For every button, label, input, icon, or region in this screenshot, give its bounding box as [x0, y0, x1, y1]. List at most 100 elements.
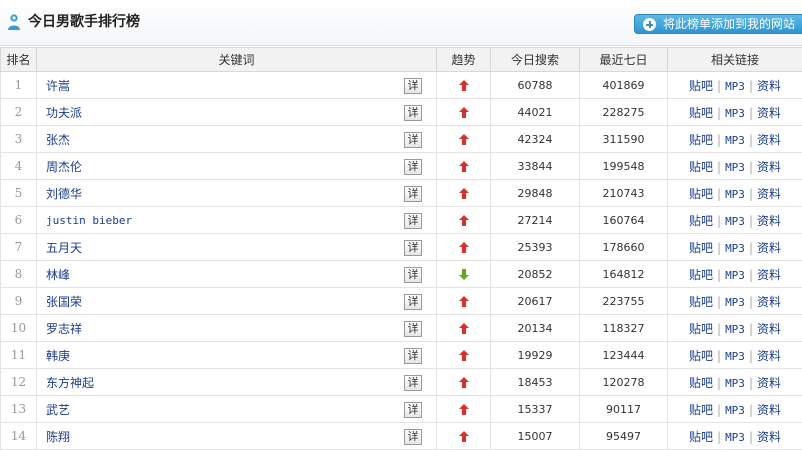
- trend-up-arrow-icon: [458, 161, 469, 172]
- plus-icon: [643, 18, 656, 31]
- mp3-link[interactable]: MP3: [725, 377, 745, 390]
- person-icon: [8, 14, 20, 30]
- profile-link[interactable]: 资料: [757, 214, 781, 228]
- keyword-link[interactable]: 东方神起: [46, 376, 94, 390]
- mp3-link[interactable]: MP3: [725, 431, 745, 444]
- keyword-link[interactable]: 许嵩: [46, 79, 70, 93]
- mp3-link[interactable]: MP3: [725, 188, 745, 201]
- column-header-keyword: 关键词: [36, 47, 437, 72]
- mp3-link[interactable]: MP3: [725, 269, 745, 282]
- profile-link[interactable]: 资料: [757, 133, 781, 147]
- link-separator: |: [748, 78, 753, 93]
- profile-link[interactable]: 资料: [757, 79, 781, 93]
- profile-link[interactable]: 资料: [757, 241, 781, 255]
- profile-link[interactable]: 资料: [757, 376, 781, 390]
- tieba-link[interactable]: 贴吧: [689, 214, 713, 228]
- detail-button[interactable]: 详: [404, 213, 422, 229]
- detail-button[interactable]: 详: [404, 267, 422, 283]
- tieba-link[interactable]: 贴吧: [689, 79, 713, 93]
- link-separator: |: [748, 294, 753, 309]
- trend-up-arrow-icon: [458, 134, 469, 145]
- keyword-link[interactable]: 张杰: [46, 133, 70, 147]
- profile-link[interactable]: 资料: [757, 403, 781, 417]
- tieba-link[interactable]: 贴吧: [689, 430, 713, 444]
- tieba-link[interactable]: 贴吧: [689, 268, 713, 282]
- related-links-cell: 贴吧 | MP3 | 资料: [667, 206, 802, 234]
- tieba-link[interactable]: 贴吧: [689, 322, 713, 336]
- today-search-cell: 33844: [490, 152, 580, 180]
- detail-button[interactable]: 详: [404, 321, 422, 337]
- table-row: 8 林峰 详 20852 164812 贴吧 | MP3 | 资料: [0, 260, 802, 288]
- mp3-link[interactable]: MP3: [725, 296, 745, 309]
- mp3-link[interactable]: MP3: [725, 404, 745, 417]
- mp3-link[interactable]: MP3: [725, 107, 745, 120]
- tieba-link[interactable]: 贴吧: [689, 349, 713, 363]
- keyword-link[interactable]: 周杰伦: [46, 160, 82, 174]
- detail-button[interactable]: 详: [404, 429, 422, 445]
- profile-link[interactable]: 资料: [757, 430, 781, 444]
- tieba-link[interactable]: 贴吧: [689, 295, 713, 309]
- tieba-link[interactable]: 贴吧: [689, 376, 713, 390]
- detail-button[interactable]: 详: [404, 294, 422, 310]
- link-separator: |: [748, 375, 753, 390]
- related-links-cell: 贴吧 | MP3 | 资料: [667, 233, 802, 261]
- rank-cell: 11: [0, 341, 37, 369]
- keyword-link[interactable]: 张国荣: [46, 295, 82, 309]
- tieba-link[interactable]: 贴吧: [689, 133, 713, 147]
- detail-button[interactable]: 详: [404, 78, 422, 94]
- keyword-link[interactable]: 武艺: [46, 403, 70, 417]
- today-search-cell: 29848: [490, 179, 580, 207]
- keyword-cell: 陈翔 详: [36, 422, 437, 450]
- table-header-row: 排名 关键词 趋势 今日搜索 最近七日 相关链接: [0, 47, 802, 72]
- keyword-link[interactable]: 林峰: [46, 268, 70, 282]
- keyword-link[interactable]: 五月天: [46, 241, 82, 255]
- link-separator: |: [748, 132, 753, 147]
- tieba-link[interactable]: 贴吧: [689, 160, 713, 174]
- profile-link[interactable]: 资料: [757, 268, 781, 282]
- mp3-link[interactable]: MP3: [725, 161, 745, 174]
- keyword-link[interactable]: 陈翔: [46, 430, 70, 444]
- tieba-link[interactable]: 贴吧: [689, 106, 713, 120]
- mp3-link[interactable]: MP3: [725, 242, 745, 255]
- trend-up-arrow-icon: [458, 215, 469, 226]
- trend-down-arrow-icon: [458, 269, 469, 280]
- profile-link[interactable]: 资料: [757, 349, 781, 363]
- add-to-my-site-button[interactable]: 将此榜单添加到我的网站: [634, 14, 802, 34]
- rank-cell: 1: [0, 71, 37, 99]
- mp3-link[interactable]: MP3: [725, 80, 745, 93]
- profile-link[interactable]: 资料: [757, 295, 781, 309]
- tieba-link[interactable]: 贴吧: [689, 241, 713, 255]
- trend-up-arrow-icon: [458, 404, 469, 415]
- mp3-link[interactable]: MP3: [725, 323, 745, 336]
- table-row: 13 武艺 详 15337 90117 贴吧 | MP3 | 资料: [0, 395, 802, 423]
- detail-button[interactable]: 详: [404, 186, 422, 202]
- keyword-link[interactable]: 刘德华: [46, 187, 82, 201]
- detail-button[interactable]: 详: [404, 105, 422, 121]
- keyword-link[interactable]: 功夫派: [46, 106, 82, 120]
- keyword-link[interactable]: 罗志祥: [46, 322, 82, 336]
- today-search-cell: 19929: [490, 341, 580, 369]
- detail-button[interactable]: 详: [404, 402, 422, 418]
- profile-link[interactable]: 资料: [757, 106, 781, 120]
- mp3-link[interactable]: MP3: [725, 134, 745, 147]
- profile-link[interactable]: 资料: [757, 322, 781, 336]
- mp3-link[interactable]: MP3: [725, 350, 745, 363]
- tieba-link[interactable]: 贴吧: [689, 187, 713, 201]
- link-separator: |: [748, 240, 753, 255]
- tieba-link[interactable]: 贴吧: [689, 403, 713, 417]
- today-search-cell: 18453: [490, 368, 580, 396]
- column-header-week: 最近七日: [579, 47, 668, 72]
- week-search-cell: 95497: [579, 422, 668, 450]
- detail-button[interactable]: 详: [404, 348, 422, 364]
- keyword-link[interactable]: 韩庚: [46, 349, 70, 363]
- profile-link[interactable]: 资料: [757, 187, 781, 201]
- ranking-header: 今日男歌手排行榜 将此榜单添加到我的网站: [0, 0, 802, 46]
- profile-link[interactable]: 资料: [757, 160, 781, 174]
- detail-button[interactable]: 详: [404, 240, 422, 256]
- detail-button[interactable]: 详: [404, 375, 422, 391]
- detail-button[interactable]: 详: [404, 132, 422, 148]
- keyword-link[interactable]: justin bieber: [46, 214, 132, 227]
- trend-cell: [436, 179, 491, 207]
- detail-button[interactable]: 详: [404, 159, 422, 175]
- mp3-link[interactable]: MP3: [725, 215, 745, 228]
